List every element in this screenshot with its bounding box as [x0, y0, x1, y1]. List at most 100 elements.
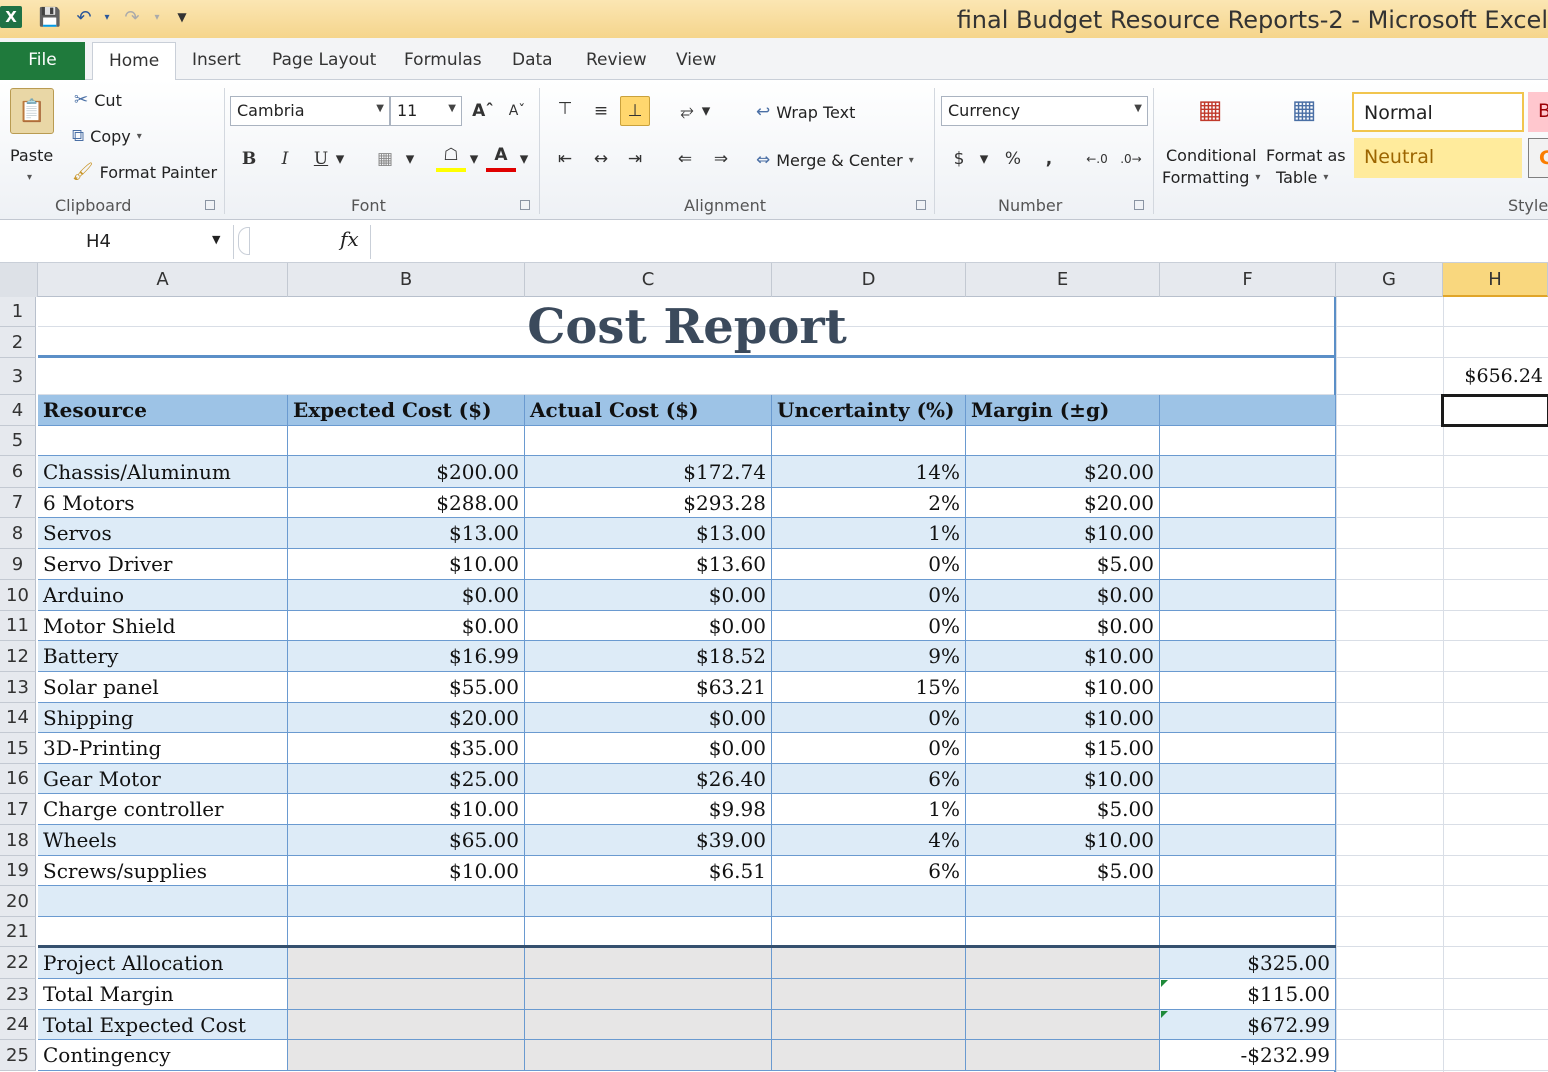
row-header-11[interactable]: 11: [0, 611, 36, 641]
header-cell-a[interactable]: Resource: [38, 395, 288, 426]
data-cell-r12-d[interactable]: 9%: [772, 641, 966, 672]
formula-input[interactable]: [370, 225, 1548, 259]
column-header-c[interactable]: C: [525, 263, 772, 297]
cell-row20-b[interactable]: [288, 886, 525, 917]
data-cell-r7-c[interactable]: $293.28: [525, 488, 772, 518]
row-header-8[interactable]: 8: [0, 518, 36, 549]
data-cell-r7-d[interactable]: 2%: [772, 488, 966, 518]
row-header-5[interactable]: 5: [0, 426, 36, 456]
column-header-h[interactable]: H: [1443, 263, 1548, 297]
summary-cell-r22-d[interactable]: [772, 947, 966, 979]
summary-cell-r24-b[interactable]: [288, 1010, 525, 1040]
style-bad[interactable]: B: [1528, 92, 1548, 132]
summary-cell-r24-e[interactable]: [966, 1010, 1160, 1040]
align-bottom-icon[interactable]: ⊥: [620, 96, 650, 126]
tab-insert[interactable]: Insert: [176, 42, 257, 80]
header-cell-b[interactable]: Expected Cost ($): [288, 395, 525, 426]
row-header-16[interactable]: 16: [0, 764, 36, 794]
cell-row5-c[interactable]: [525, 426, 772, 456]
conditional-formatting-line2[interactable]: Formatting ▾: [1162, 168, 1260, 187]
cell-row20-e[interactable]: [966, 886, 1160, 917]
data-cell-r18-a[interactable]: Wheels: [38, 825, 288, 856]
cell-row5-e[interactable]: [966, 426, 1160, 456]
worksheet-grid[interactable]: ABCDEFGH 1 2 3 4 5 6 7 8 9 10 11 12 13 14 15 16 17 18 19 20…: [0, 263, 1548, 1072]
summary-cell-r22-a[interactable]: Project Allocation: [38, 947, 288, 979]
header-cell-c[interactable]: Actual Cost ($): [525, 395, 772, 426]
cell-row21-c[interactable]: [525, 917, 772, 947]
alignment-launcher-icon[interactable]: [916, 200, 926, 210]
format-as-table-line2[interactable]: Table ▾: [1276, 168, 1328, 187]
increase-decimal-icon[interactable]: ←.0: [1082, 144, 1112, 174]
row-header-22[interactable]: 22: [0, 947, 36, 979]
font-size-select[interactable]: 11 ▼: [390, 96, 462, 126]
data-cell-r15-f[interactable]: [1160, 733, 1336, 764]
data-cell-r7-e[interactable]: $20.00: [966, 488, 1160, 518]
row-header-18[interactable]: 18: [0, 825, 36, 856]
header-cell-d[interactable]: Uncertainty (%): [772, 395, 966, 426]
grow-font-icon[interactable]: Aˆ: [468, 96, 498, 126]
data-cell-r18-d[interactable]: 4%: [772, 825, 966, 856]
data-cell-r8-e[interactable]: $10.00: [966, 518, 1160, 549]
data-cell-r14-d[interactable]: 0%: [772, 703, 966, 733]
error-indicator-icon[interactable]: [1161, 980, 1168, 987]
data-cell-r9-a[interactable]: Servo Driver: [38, 549, 288, 580]
cell-row21-a[interactable]: [38, 917, 288, 947]
data-cell-r7-f[interactable]: [1160, 488, 1336, 518]
data-cell-r11-c[interactable]: $0.00: [525, 611, 772, 641]
summary-cell-r24-a[interactable]: Total Expected Cost: [38, 1010, 288, 1040]
number-launcher-icon[interactable]: [1134, 200, 1144, 210]
summary-cell-r25-c[interactable]: [525, 1040, 772, 1071]
merge-dropdown-icon[interactable]: ▾: [909, 155, 914, 166]
cell-row20-c[interactable]: [525, 886, 772, 917]
data-cell-r8-a[interactable]: Servos: [38, 518, 288, 549]
data-cell-r14-e[interactable]: $10.00: [966, 703, 1160, 733]
row-header-13[interactable]: 13: [0, 672, 36, 703]
data-cell-r6-d[interactable]: 14%: [772, 456, 966, 488]
summary-cell-r23-c[interactable]: [525, 979, 772, 1010]
data-cell-r18-c[interactable]: $39.00: [525, 825, 772, 856]
data-cell-r7-b[interactable]: $288.00: [288, 488, 525, 518]
summary-cell-r23-b[interactable]: [288, 979, 525, 1010]
data-cell-r17-c[interactable]: $9.98: [525, 794, 772, 825]
row-header-21[interactable]: 21: [0, 917, 36, 947]
data-cell-r19-a[interactable]: Screws/supplies: [38, 856, 288, 886]
row-header-14[interactable]: 14: [0, 703, 36, 733]
data-cell-r8-b[interactable]: $13.00: [288, 518, 525, 549]
decrease-indent-icon[interactable]: ⇐: [670, 144, 700, 174]
summary-cell-r22-c[interactable]: [525, 947, 772, 979]
data-cell-r9-b[interactable]: $10.00: [288, 549, 525, 580]
row-header-7[interactable]: 7: [0, 488, 36, 518]
data-cell-r16-e[interactable]: $10.00: [966, 764, 1160, 794]
row-header-25[interactable]: 25: [0, 1040, 36, 1071]
insert-function-icon[interactable]: fx: [340, 227, 359, 251]
data-cell-r12-a[interactable]: Battery: [38, 641, 288, 672]
summary-cell-r25-b[interactable]: [288, 1040, 525, 1071]
tab-file[interactable]: File: [0, 42, 85, 80]
cell-h3[interactable]: $656.24: [1443, 358, 1548, 395]
shrink-font-icon[interactable]: Aˇ: [502, 96, 532, 126]
summary-cell-r25-f[interactable]: -$232.99: [1160, 1040, 1336, 1071]
data-cell-r10-c[interactable]: $0.00: [525, 580, 772, 611]
data-cell-r12-f[interactable]: [1160, 641, 1336, 672]
data-cell-r9-d[interactable]: 0%: [772, 549, 966, 580]
align-top-icon[interactable]: ⊤: [550, 94, 580, 124]
header-cell-e[interactable]: Margin (±g): [966, 395, 1160, 426]
summary-cell-r22-f[interactable]: $325.00: [1160, 947, 1336, 979]
data-cell-r11-e[interactable]: $0.00: [966, 611, 1160, 641]
data-cell-r18-b[interactable]: $65.00: [288, 825, 525, 856]
data-cell-r13-b[interactable]: $55.00: [288, 672, 525, 703]
summary-cell-r24-f[interactable]: $672.99: [1160, 1010, 1336, 1040]
fill-color-icon[interactable]: ☖: [436, 142, 466, 172]
data-cell-r12-b[interactable]: $16.99: [288, 641, 525, 672]
percent-button[interactable]: %: [998, 144, 1028, 174]
summary-cell-r25-e[interactable]: [966, 1040, 1160, 1071]
data-cell-r15-e[interactable]: $15.00: [966, 733, 1160, 764]
data-cell-r13-e[interactable]: $10.00: [966, 672, 1160, 703]
currency-button[interactable]: $: [944, 144, 974, 174]
save-icon[interactable]: 💾: [38, 6, 62, 28]
cell-row5-a[interactable]: [38, 426, 288, 456]
row-header-17[interactable]: 17: [0, 794, 36, 825]
comma-button[interactable]: ,: [1034, 144, 1064, 174]
merge-center-button[interactable]: ⇔ Merge & Center ▾: [756, 150, 914, 170]
summary-cell-r23-f[interactable]: $115.00: [1160, 979, 1336, 1010]
